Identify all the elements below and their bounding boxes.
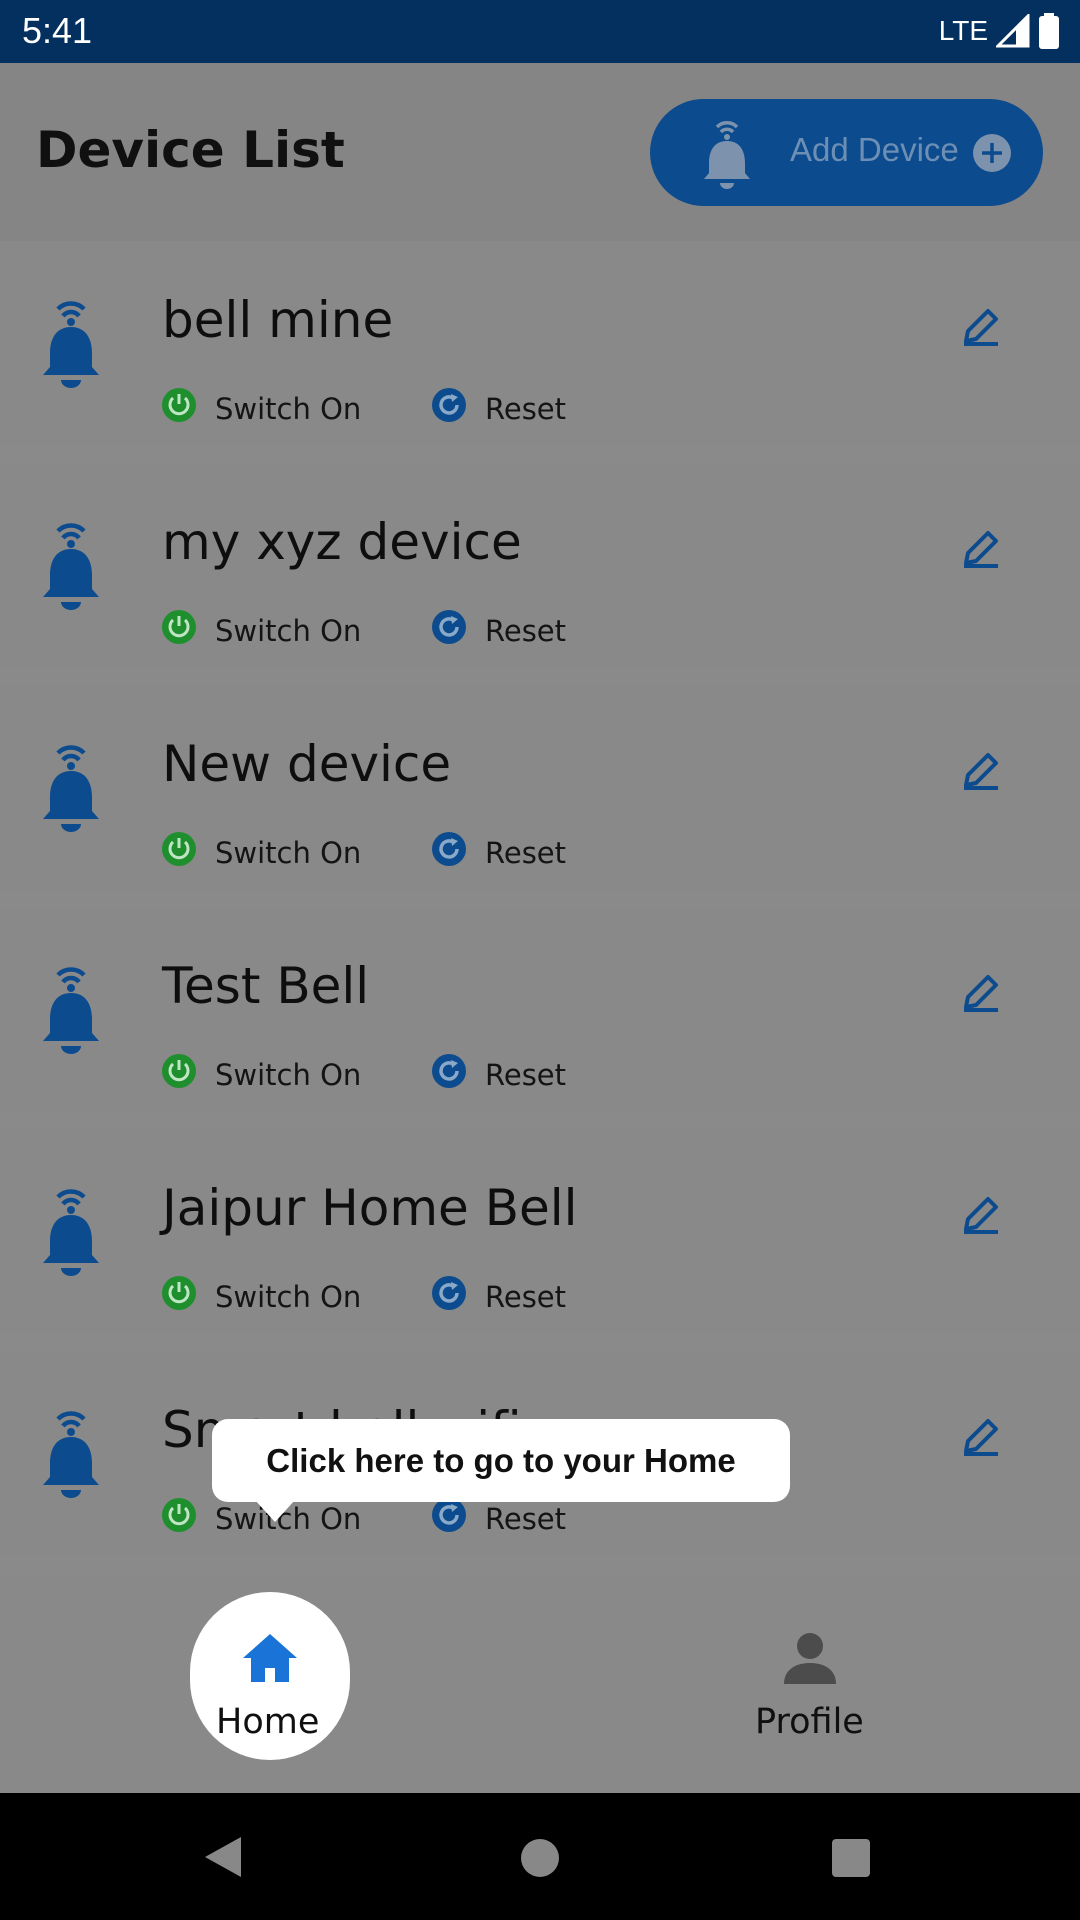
device-name: New device — [162, 735, 452, 793]
device-row[interactable]: bell mine Switch On Reset — [0, 241, 1080, 446]
device-list: bell mine Switch On Reset my xyz device Swit… — [0, 241, 1080, 1573]
edit-icon[interactable] — [960, 305, 1002, 351]
wifi-bell-icon — [700, 113, 754, 197]
add-device-label: Add Device — [790, 131, 959, 168]
add-device-button[interactable]: Add Device — [650, 99, 1043, 206]
reset-button[interactable]: Reset — [431, 831, 566, 874]
switch-on-button[interactable]: Switch On — [161, 609, 361, 652]
power-icon — [161, 609, 197, 652]
reset-button[interactable]: Reset — [431, 1497, 566, 1540]
device-row[interactable]: my xyz device Switch On Reset — [0, 463, 1080, 668]
switch-on-button[interactable]: Switch On — [161, 387, 361, 430]
wifi-bell-icon — [40, 1403, 102, 1507]
header: Device List Add Device — [0, 63, 1080, 241]
refresh-icon — [431, 609, 467, 652]
reset-label: Reset — [485, 1057, 567, 1092]
signal-icon — [996, 14, 1030, 48]
wifi-bell-icon — [40, 959, 102, 1063]
page-title: Device List — [36, 121, 345, 179]
back-icon[interactable] — [203, 1835, 243, 1883]
person-icon — [782, 1632, 838, 1688]
switch-on-label: Switch On — [215, 613, 362, 648]
reset-button[interactable]: Reset — [431, 609, 566, 652]
home-icon — [241, 1632, 299, 1686]
nav-home[interactable]: Home — [190, 1592, 350, 1760]
reset-button[interactable]: Reset — [431, 1053, 566, 1096]
network-type: LTE — [938, 15, 988, 46]
wifi-bell-icon — [40, 293, 102, 397]
switch-on-label: Switch On — [215, 1057, 362, 1092]
system-nav-bar — [0, 1793, 1080, 1920]
onboarding-tooltip: Click here to go to your Home — [212, 1419, 790, 1502]
switch-on-button[interactable]: Switch On — [161, 1053, 361, 1096]
edit-icon[interactable] — [960, 527, 1002, 573]
switch-on-button[interactable]: Switch On — [161, 831, 361, 874]
wifi-bell-icon — [40, 737, 102, 841]
status-bar: 5:41 LTE — [0, 0, 1080, 63]
status-icons: LTE — [939, 13, 1060, 49]
power-icon — [161, 387, 197, 430]
recents-icon[interactable] — [832, 1839, 870, 1877]
refresh-icon — [431, 1497, 467, 1540]
reset-button[interactable]: Reset — [431, 387, 566, 430]
device-row[interactable]: Jaipur Home Bell Switch On Reset — [0, 1129, 1080, 1334]
reset-label: Reset — [485, 391, 567, 426]
refresh-icon — [431, 831, 467, 874]
nav-profile-label: Profile — [755, 1702, 864, 1742]
power-icon — [161, 831, 197, 874]
reset-label: Reset — [485, 835, 567, 870]
switch-on-label: Switch On — [215, 835, 362, 870]
reset-label: Reset — [485, 1501, 567, 1536]
power-icon — [161, 1053, 197, 1096]
bottom-nav: Home Profile — [0, 1577, 1080, 1793]
system-home-icon[interactable] — [521, 1839, 559, 1877]
device-name: Test Bell — [162, 957, 370, 1015]
nav-home-label: Home — [216, 1702, 320, 1742]
switch-on-label: Switch On — [215, 1279, 362, 1314]
reset-label: Reset — [485, 613, 567, 648]
switch-on-label: Switch On — [215, 391, 362, 426]
refresh-icon — [431, 1053, 467, 1096]
refresh-icon — [431, 387, 467, 430]
device-name: Jaipur Home Bell — [162, 1179, 578, 1237]
device-name: bell mine — [162, 291, 394, 349]
nav-profile[interactable]: Profile — [730, 1592, 890, 1760]
refresh-icon — [431, 1275, 467, 1318]
switch-on-button[interactable]: Switch On — [161, 1275, 361, 1318]
power-icon — [161, 1497, 197, 1540]
plus-circle-icon — [971, 132, 1013, 178]
battery-icon — [1039, 13, 1059, 49]
wifi-bell-icon — [40, 1181, 102, 1285]
edit-icon[interactable] — [960, 1193, 1002, 1239]
wifi-bell-icon — [40, 515, 102, 619]
edit-icon[interactable] — [960, 971, 1002, 1017]
reset-button[interactable]: Reset — [431, 1275, 566, 1318]
power-icon — [161, 1275, 197, 1318]
edit-icon[interactable] — [960, 1415, 1002, 1461]
status-time: 5:41 — [22, 10, 93, 51]
reset-label: Reset — [485, 1279, 567, 1314]
device-row[interactable]: New device Switch On Reset — [0, 685, 1080, 890]
device-row[interactable]: Test Bell Switch On Reset — [0, 907, 1080, 1112]
tooltip-arrow — [255, 1500, 295, 1522]
edit-icon[interactable] — [960, 749, 1002, 795]
device-name: my xyz device — [162, 513, 522, 571]
